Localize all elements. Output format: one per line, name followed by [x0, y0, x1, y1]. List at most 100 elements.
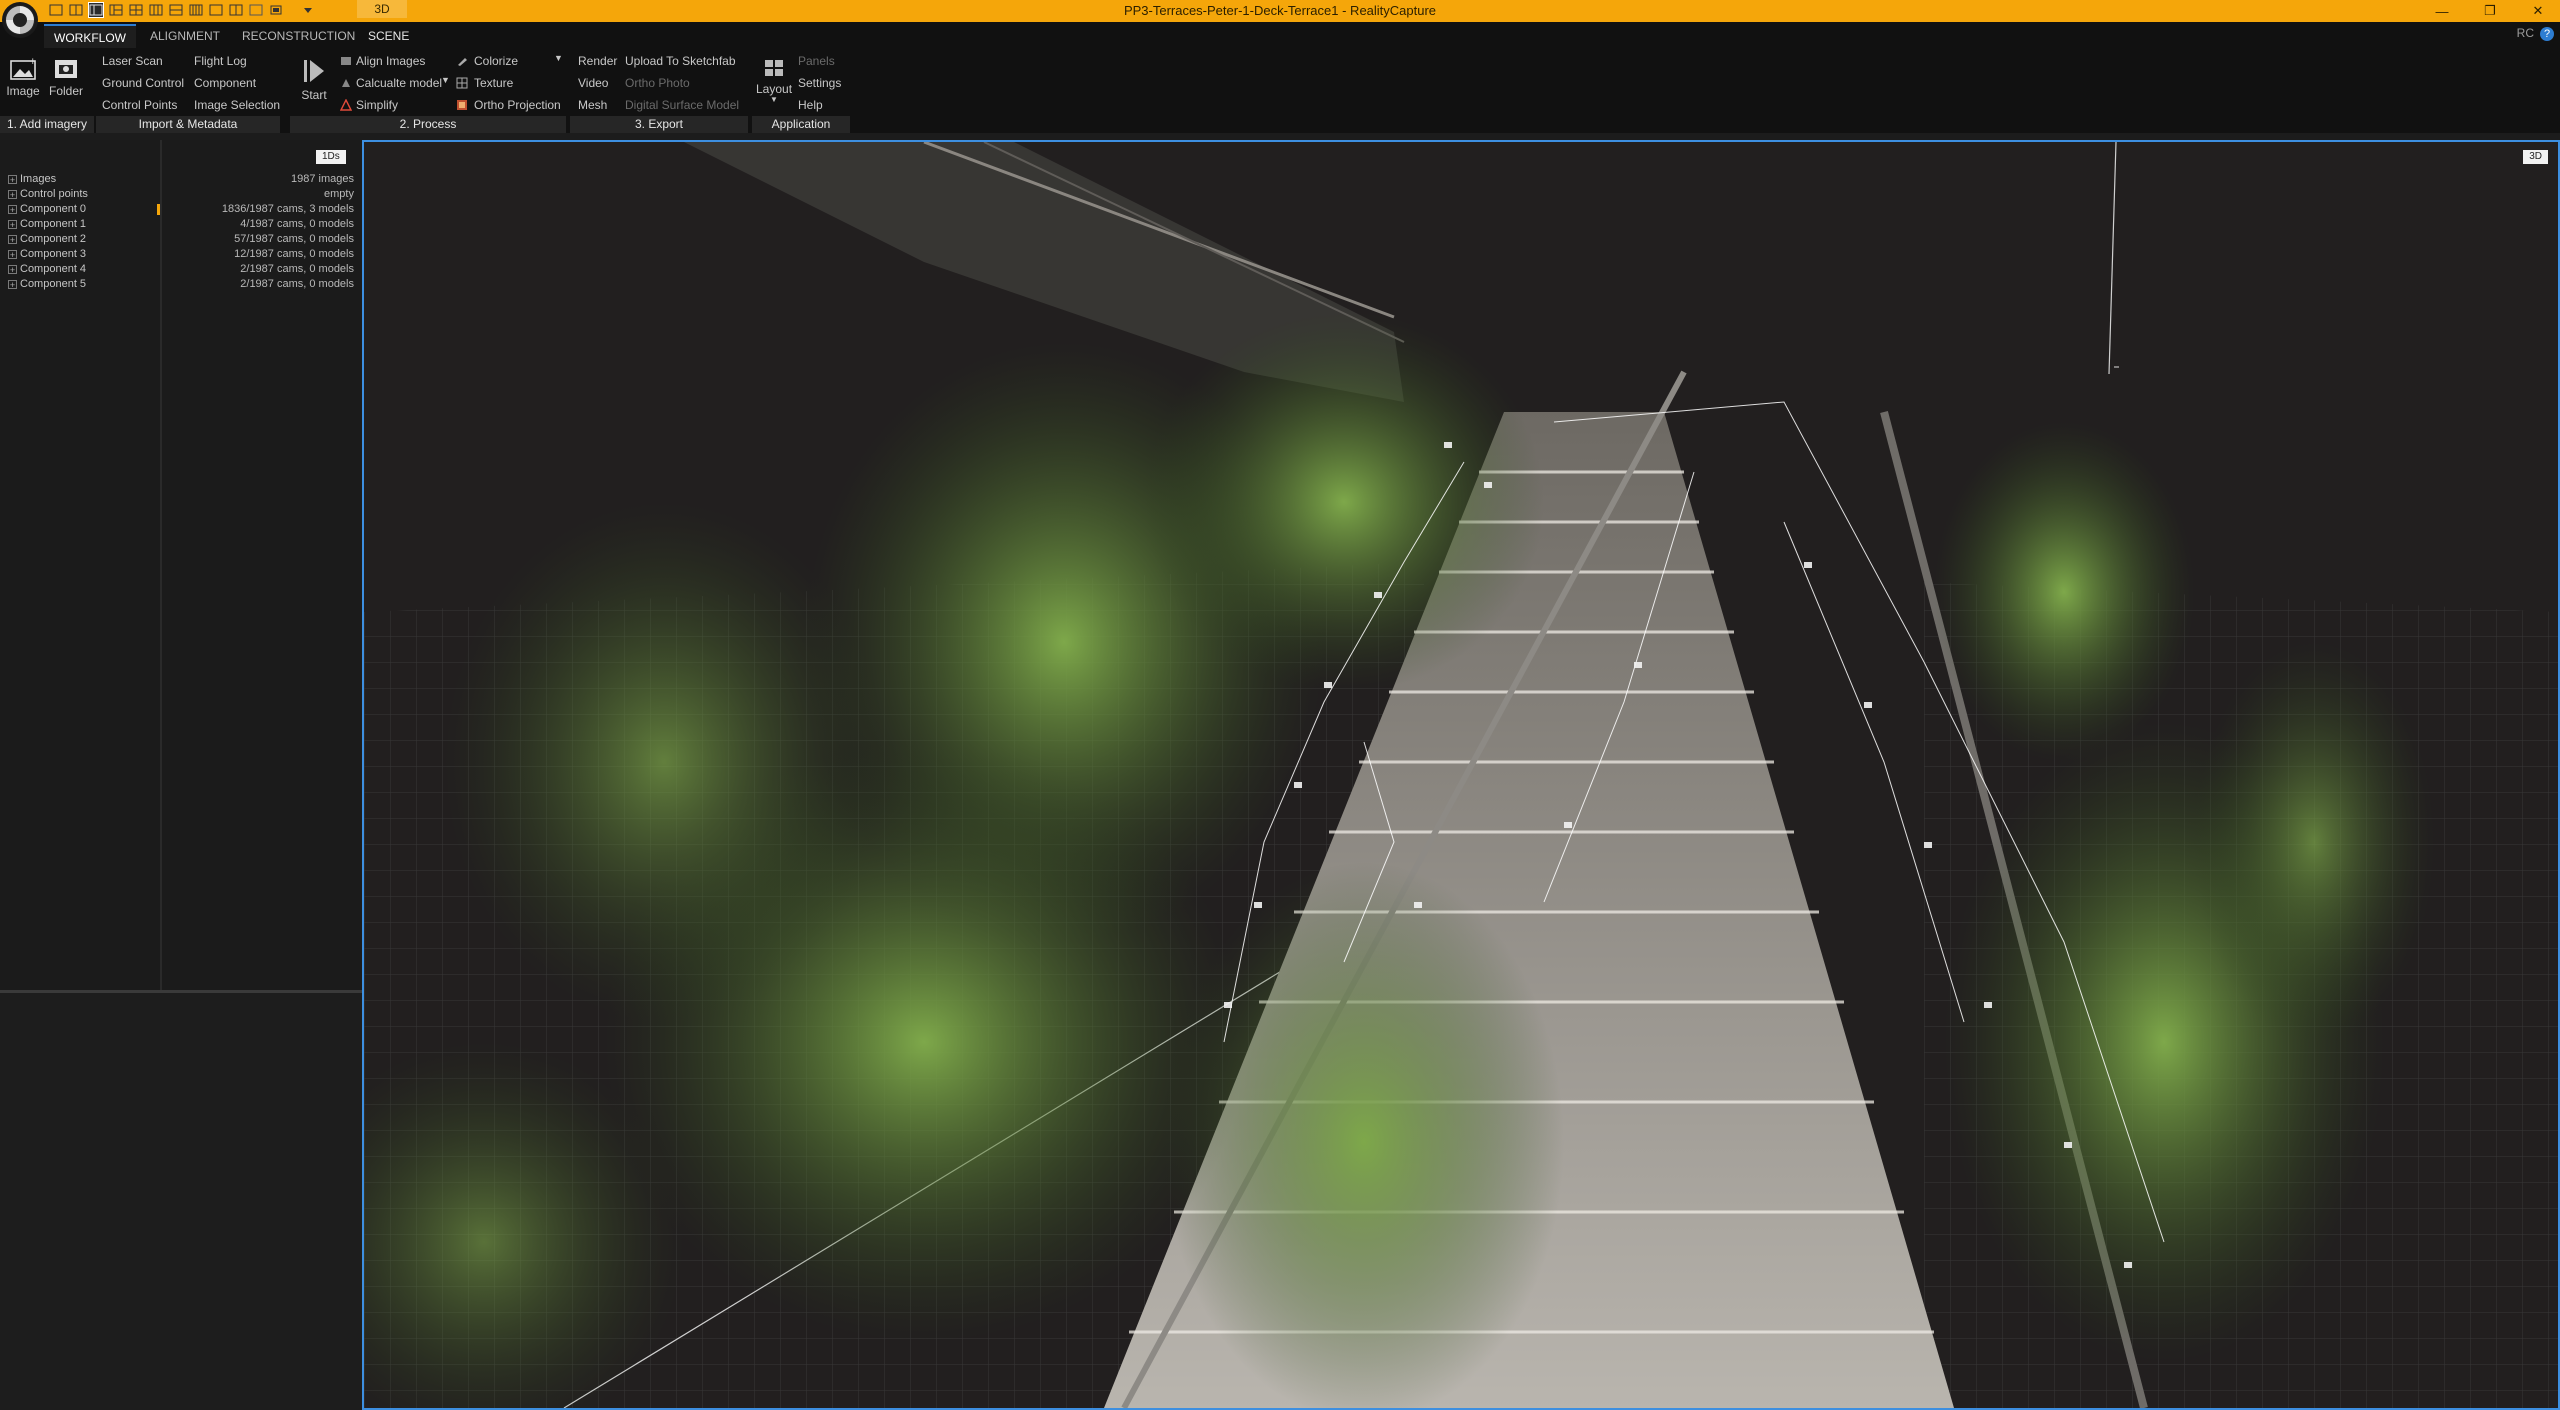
- tab-alignment[interactable]: ALIGNMENT: [140, 24, 230, 48]
- calculate-model-icon: [342, 79, 350, 87]
- expand-icon[interactable]: +: [8, 249, 17, 259]
- tree-item-component-5[interactable]: + Component 5: [8, 277, 86, 292]
- mode-tab-3d[interactable]: 3D: [357, 0, 407, 18]
- expand-icon[interactable]: +: [8, 264, 17, 274]
- settings-button[interactable]: Settings: [798, 76, 841, 90]
- section-add-imagery: 1. Add imagery: [0, 116, 94, 133]
- align-images-button[interactable]: Align Images: [356, 54, 425, 68]
- tree-item-control-points[interactable]: + Control points: [8, 187, 88, 202]
- image-selection-button[interactable]: Image Selection: [194, 98, 280, 112]
- restore-icon[interactable]: ❐: [2470, 0, 2510, 22]
- align-images-icon: [341, 57, 351, 65]
- tree-item-component-0[interactable]: + Component 0: [8, 202, 86, 217]
- ortho-photo-button[interactable]: Ortho Photo: [625, 76, 690, 90]
- calculate-model-button[interactable]: Calcualte model: [356, 76, 442, 90]
- section-export: 3. Export: [570, 116, 748, 133]
- render-button[interactable]: Render: [578, 54, 617, 68]
- upload-sketchfab-button[interactable]: Upload To Sketchfab: [625, 54, 736, 68]
- quick-menu-icon[interactable]: [300, 2, 316, 18]
- start-label: Start: [301, 88, 327, 102]
- brand-label: RC: [2516, 26, 2534, 40]
- laser-scan-button[interactable]: Laser Scan: [102, 54, 163, 68]
- tree-value-component-4: 2/1987 cams, 0 models: [240, 263, 354, 275]
- expand-icon[interactable]: +: [8, 174, 17, 184]
- expand-icon[interactable]: +: [8, 234, 17, 244]
- calculate-model-dropdown-icon[interactable]: ▼: [441, 75, 450, 85]
- simplify-button[interactable]: Simplify: [356, 98, 398, 112]
- add-image-button[interactable]: + Image: [6, 56, 40, 98]
- expand-icon[interactable]: +: [8, 189, 17, 199]
- expand-icon[interactable]: +: [8, 279, 17, 289]
- ground-control-button[interactable]: Ground Control: [102, 76, 184, 90]
- start-button[interactable]: Start: [298, 56, 330, 102]
- app-logo-icon[interactable]: [2, 2, 38, 38]
- tree-item-images[interactable]: + Images: [8, 172, 56, 187]
- layout-6-icon[interactable]: [148, 2, 164, 18]
- layout-10-icon[interactable]: [228, 2, 244, 18]
- 3d-viewport[interactable]: 3D: [362, 140, 2560, 1410]
- layout-2-icon[interactable]: [68, 2, 84, 18]
- image-label: Image: [6, 84, 40, 98]
- panel-view-badge[interactable]: 1Ds: [316, 150, 346, 164]
- layout-4-icon[interactable]: [108, 2, 124, 18]
- layout-3-icon[interactable]: [88, 2, 104, 18]
- layout-8-icon[interactable]: [188, 2, 204, 18]
- colorize-icon: [458, 58, 467, 66]
- tree-value-component-2: 57/1987 cams, 0 models: [234, 233, 354, 245]
- expand-icon[interactable]: +: [8, 204, 17, 214]
- folder-icon: [55, 60, 77, 78]
- start-icon: [304, 60, 324, 82]
- layout-7-icon[interactable]: [168, 2, 184, 18]
- mesh-export-button[interactable]: Mesh: [578, 98, 607, 112]
- layout-grid-icon: [765, 60, 783, 76]
- digital-surface-model-button[interactable]: Digital Surface Model: [625, 98, 739, 112]
- texture-icon: [456, 77, 468, 89]
- tree-item-component-4[interactable]: + Component 4: [8, 262, 86, 277]
- svg-text:+: +: [29, 57, 37, 67]
- layout-button[interactable]: Layout ▼: [756, 56, 792, 104]
- component-button[interactable]: Component: [194, 76, 256, 90]
- tree-value-component-5: 2/1987 cams, 0 models: [240, 278, 354, 290]
- tree-value-component-0: 1836/1987 cams, 3 models: [221, 203, 354, 215]
- panels-button[interactable]: Panels: [798, 54, 835, 68]
- layout-11-icon[interactable]: [248, 2, 264, 18]
- tree-item-component-3[interactable]: + Component 3: [8, 247, 86, 262]
- layout-5-icon[interactable]: [128, 2, 144, 18]
- expand-icon[interactable]: +: [8, 219, 17, 229]
- tree-value-component-1: 4/1987 cams, 0 models: [240, 218, 354, 230]
- add-folder-button[interactable]: Folder: [48, 56, 84, 98]
- viewport-view-badge[interactable]: 3D: [2523, 150, 2548, 164]
- image-icon: +: [10, 57, 37, 80]
- flight-log-button[interactable]: Flight Log: [194, 54, 247, 68]
- ortho-projection-icon: [457, 100, 467, 110]
- section-process: 2. Process: [290, 116, 566, 133]
- tree-value-control-points: empty: [324, 188, 354, 200]
- point-cloud-scene[interactable]: [364, 142, 2558, 1408]
- help-icon[interactable]: ?: [2540, 27, 2554, 41]
- section-import-metadata: Import & Metadata: [96, 116, 280, 133]
- tab-reconstruction[interactable]: RECONSTRUCTION: [232, 24, 365, 48]
- ortho-projection-button[interactable]: Ortho Projection: [474, 98, 561, 112]
- texture-button[interactable]: Texture: [474, 76, 513, 90]
- section-application: Application: [752, 116, 850, 133]
- tab-scene[interactable]: SCENE: [358, 24, 419, 48]
- tree-item-component-2[interactable]: + Component 2: [8, 232, 86, 247]
- tree-value-images: 1987 images: [291, 173, 354, 185]
- simplify-icon: [340, 99, 352, 111]
- colorize-button[interactable]: Colorize: [474, 54, 518, 68]
- minimize-icon[interactable]: —: [2422, 0, 2462, 22]
- colorize-dropdown-icon[interactable]: ▼: [554, 53, 563, 63]
- layout-9-icon[interactable]: [208, 2, 224, 18]
- lower-panel: [0, 993, 362, 1410]
- layout-label: Layout: [756, 82, 793, 96]
- tab-workflow[interactable]: WORKFLOW: [44, 24, 136, 50]
- tree-item-component-1[interactable]: + Component 1: [8, 217, 86, 232]
- layout-1-icon[interactable]: [48, 2, 64, 18]
- layout-12-icon[interactable]: [268, 2, 284, 18]
- layout-dropdown-icon: ▼: [770, 95, 778, 104]
- active-component-marker: [157, 204, 160, 215]
- help-button[interactable]: Help: [798, 98, 823, 112]
- video-button[interactable]: Video: [578, 76, 608, 90]
- control-points-button[interactable]: Control Points: [102, 98, 177, 112]
- close-icon[interactable]: ✕: [2518, 0, 2558, 22]
